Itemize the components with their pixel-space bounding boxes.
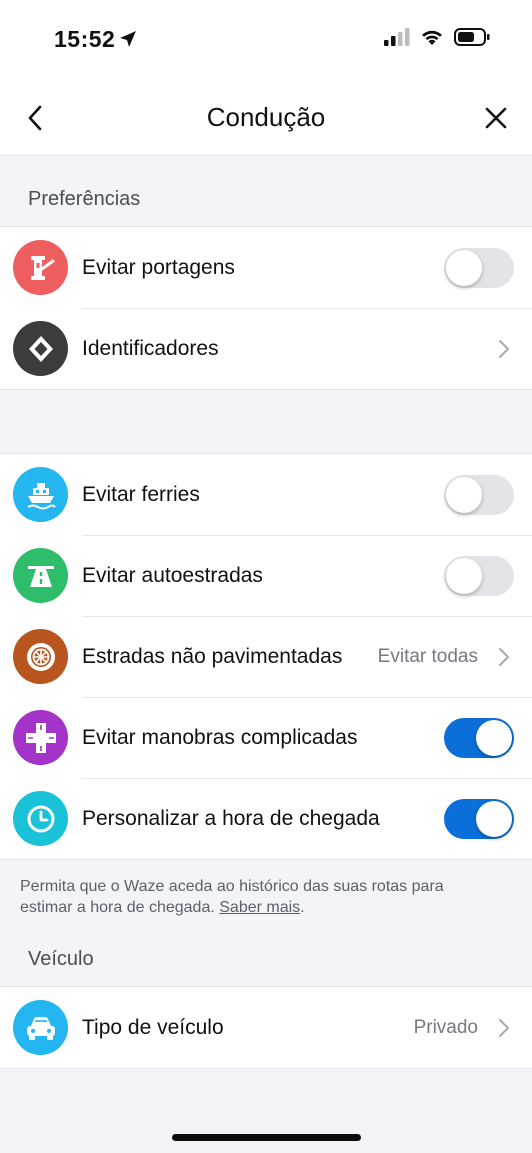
learn-more-link[interactable]: Saber mais <box>219 899 300 916</box>
chevron-right-icon <box>499 648 509 666</box>
chevron-right-icon <box>499 1019 509 1037</box>
row-value: Evitar todas <box>377 646 478 667</box>
wheel-icon <box>13 629 68 684</box>
row-identifiers[interactable]: Identificadores <box>0 308 532 389</box>
highway-icon <box>13 548 68 603</box>
avoid-difficult-turns-toggle[interactable] <box>444 718 514 758</box>
row-label: Personalizar a hora de chegada <box>82 807 380 830</box>
close-button[interactable] <box>480 102 512 134</box>
row-value: Privado <box>413 1017 478 1038</box>
wifi-icon <box>420 28 444 51</box>
row-label: Evitar manobras complicadas <box>82 726 358 749</box>
row-unpaved-roads[interactable]: Estradas não pavimentadas Evitar todas <box>0 616 532 697</box>
status-time: 15:52 <box>54 26 116 52</box>
row-avoid-ferries[interactable]: Evitar ferries <box>0 454 532 535</box>
row-label: Evitar ferries <box>82 483 200 506</box>
intersection-icon <box>13 710 68 765</box>
status-indicators <box>384 28 490 51</box>
row-vehicle-type[interactable]: Tipo de veículo Privado <box>0 987 532 1068</box>
car-icon <box>13 1000 68 1055</box>
avoid-tolls-toggle[interactable] <box>444 248 514 288</box>
signal-icon <box>384 28 410 51</box>
arrival-footnote: Permita que o Waze aceda ao histórico da… <box>20 876 500 918</box>
avoid-highways-toggle[interactable] <box>444 556 514 596</box>
avoid-ferries-toggle[interactable] <box>444 475 514 515</box>
status-bar: 15:52 <box>0 0 532 80</box>
location-arrow-icon <box>118 29 138 54</box>
diamond-icon <box>13 321 68 376</box>
navigation-bar: Condução <box>0 80 532 156</box>
home-indicator[interactable] <box>172 1134 361 1141</box>
toll-booth-icon <box>13 240 68 295</box>
close-icon <box>485 107 507 129</box>
row-label: Evitar autoestradas <box>82 564 263 587</box>
clock-icon <box>13 791 68 846</box>
preferences-group: Evitar portagens Identificadores <box>0 226 532 390</box>
row-label: Estradas não pavimentadas <box>82 645 343 668</box>
battery-icon <box>454 28 490 51</box>
footnote-end: . <box>300 899 305 916</box>
row-personalize-arrival[interactable]: Personalizar a hora de chegada <box>0 778 532 859</box>
row-avoid-tolls[interactable]: Evitar portagens <box>0 227 532 308</box>
page-title: Condução <box>206 102 326 132</box>
section-header-preferences: Preferências <box>28 188 141 210</box>
avoid-options-group: Evitar ferries Evitar autoestradas Estra… <box>0 453 532 860</box>
vehicle-group: Tipo de veículo Privado <box>0 986 532 1069</box>
chevron-right-icon <box>499 340 509 358</box>
row-label: Identificadores <box>82 337 219 360</box>
row-avoid-highways[interactable]: Evitar autoestradas <box>0 535 532 616</box>
row-label: Tipo de veículo <box>82 1016 224 1039</box>
row-label: Evitar portagens <box>82 256 235 279</box>
ferry-icon <box>13 467 68 522</box>
personalize-arrival-toggle[interactable] <box>444 799 514 839</box>
section-header-vehicle: Veículo <box>28 948 94 970</box>
row-avoid-difficult-turns[interactable]: Evitar manobras complicadas <box>0 697 532 778</box>
